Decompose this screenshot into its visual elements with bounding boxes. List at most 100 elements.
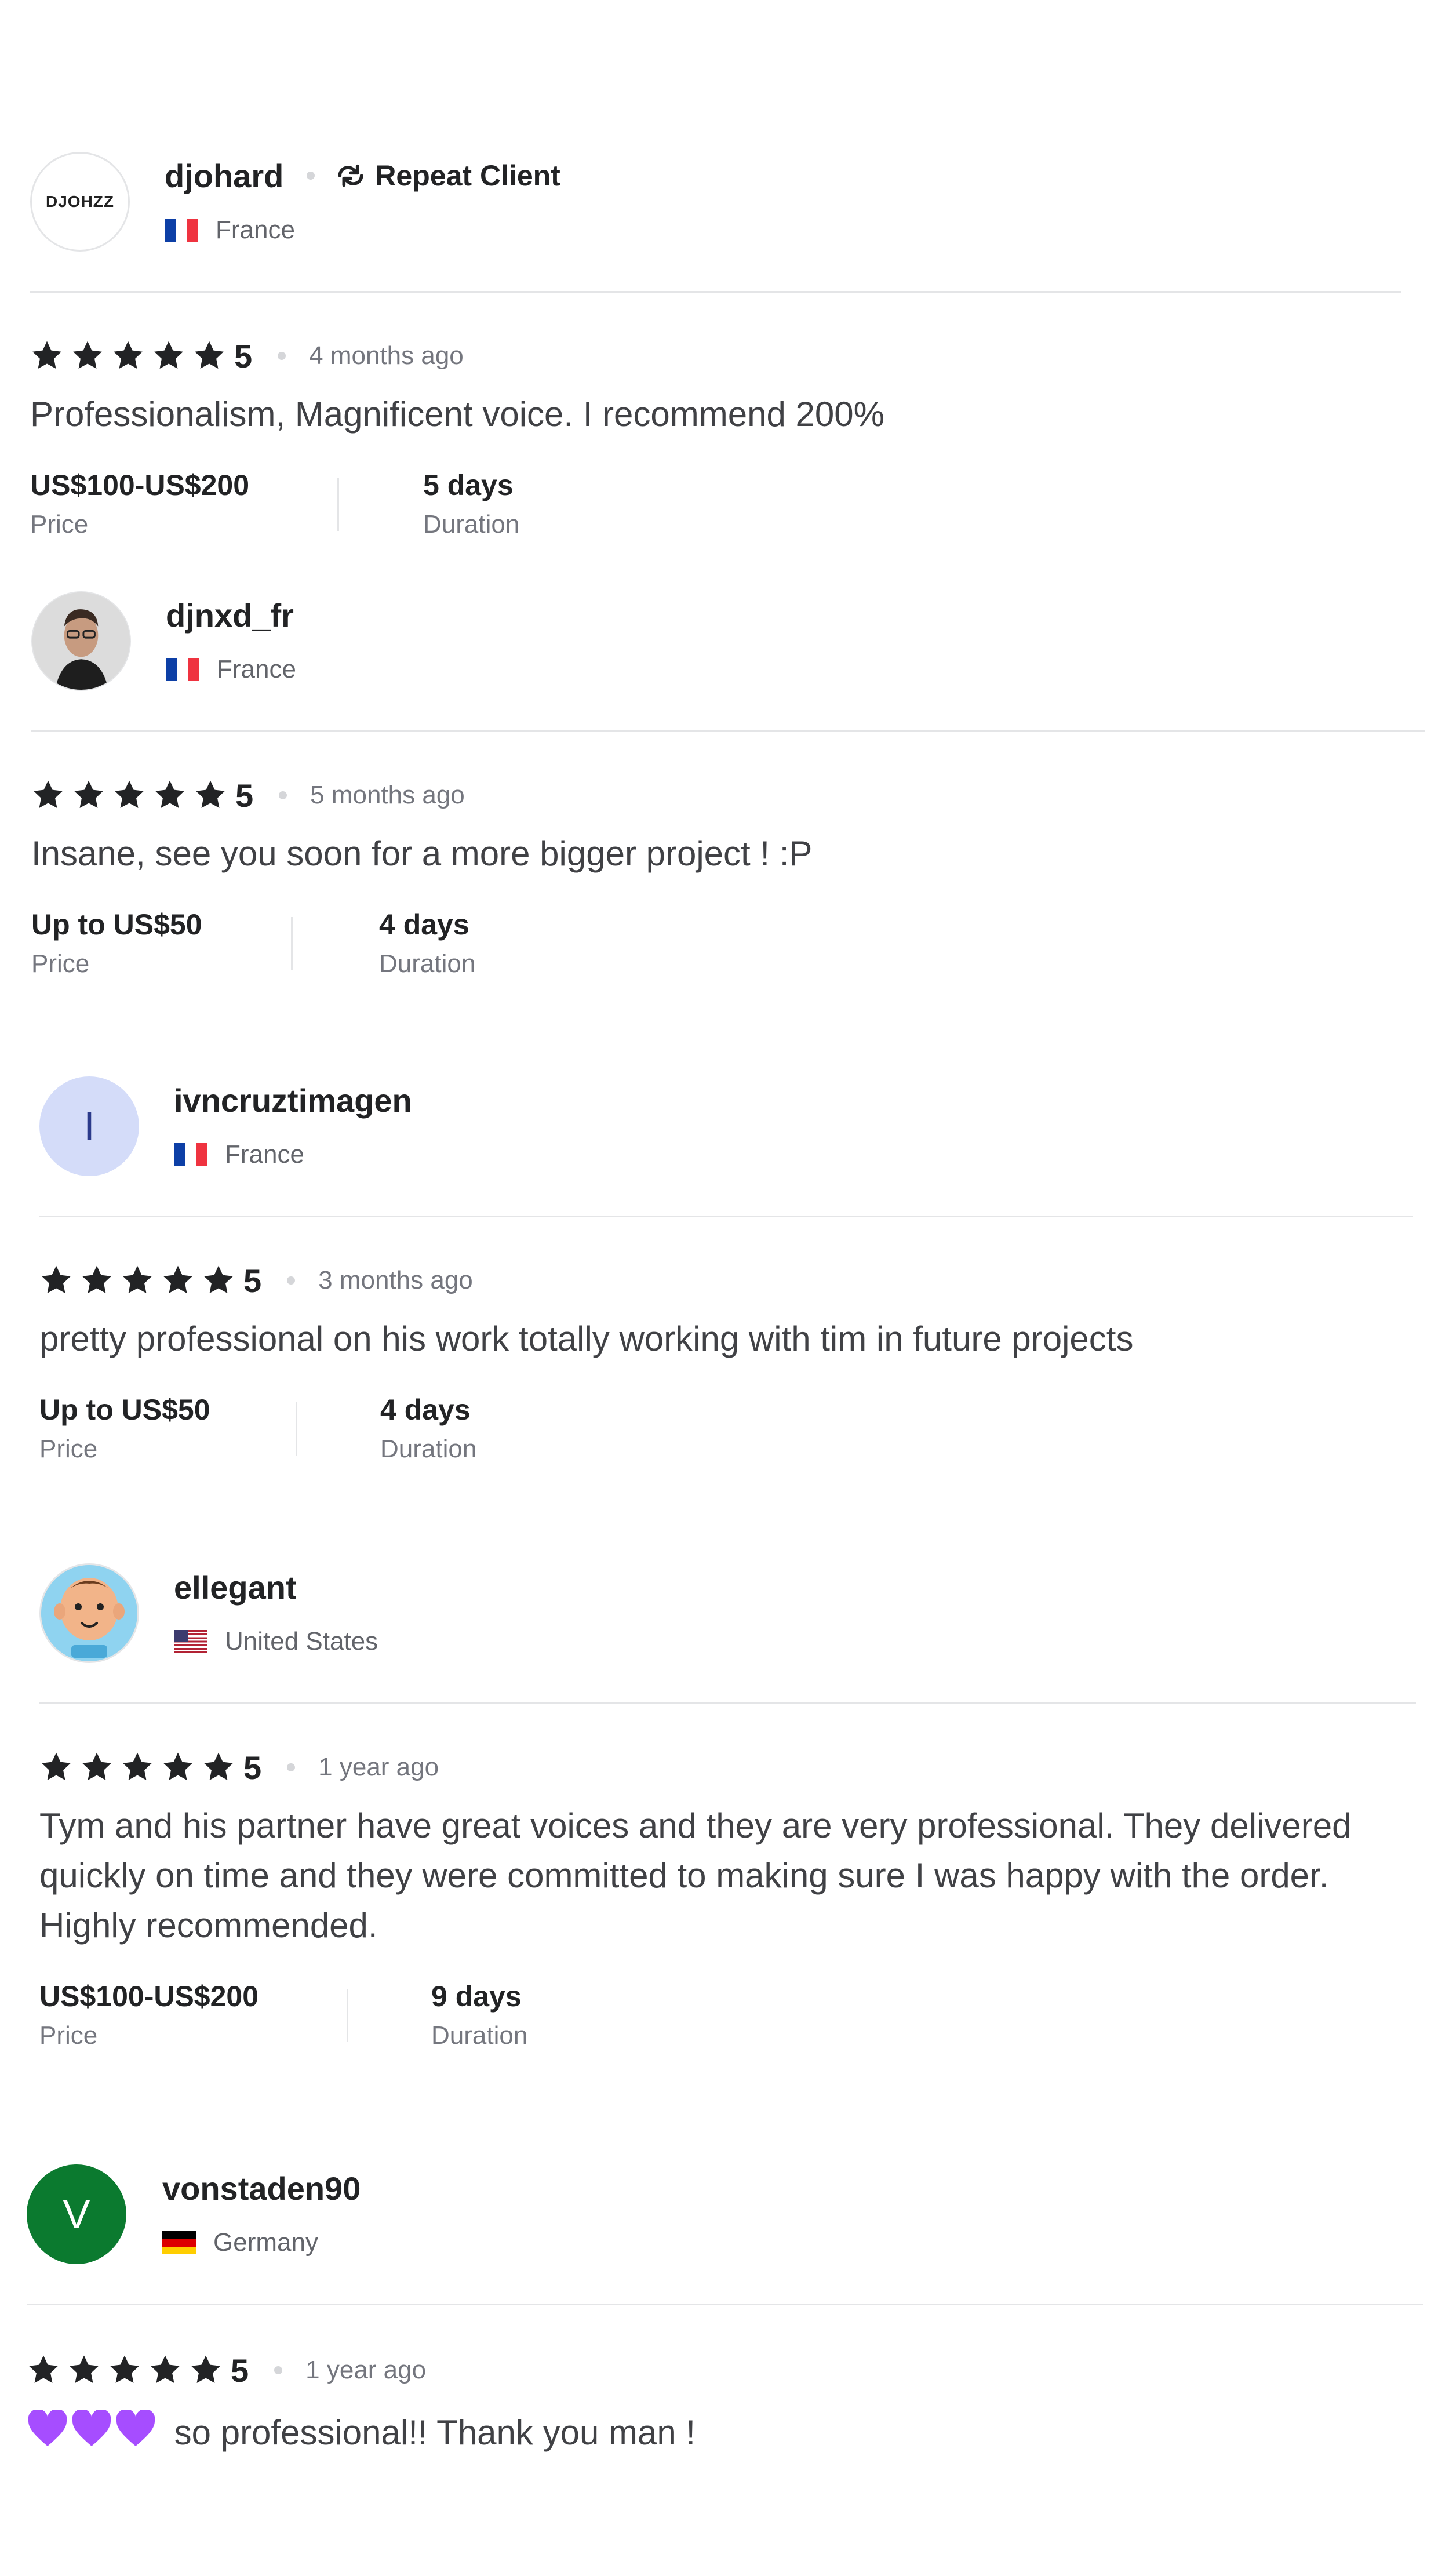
star-icon <box>191 2355 220 2383</box>
separator-dot <box>307 172 315 180</box>
star-icon <box>74 780 103 808</box>
price-value: US$100-US$200 <box>30 469 250 501</box>
avatar[interactable]: DJOHZZ <box>30 152 130 252</box>
star-icon <box>110 2355 139 2383</box>
avatar[interactable] <box>39 1563 139 1663</box>
star-rating <box>39 1751 242 1784</box>
reviewer-country: France <box>216 216 295 244</box>
star-icon <box>29 2355 58 2383</box>
person-photo-icon <box>32 592 130 690</box>
star-icon <box>70 2355 99 2383</box>
star-rating <box>30 339 233 373</box>
star-icon <box>115 780 144 808</box>
review-comment: so professional!! Thank you man ! <box>27 2408 1418 2461</box>
meta-divider <box>296 1402 297 1456</box>
divider <box>31 730 1425 732</box>
reviewer-username[interactable]: vonstaden90 <box>162 2170 361 2207</box>
separator-dot <box>279 791 287 799</box>
france-flag-icon <box>165 219 198 242</box>
star-icon <box>42 1265 71 1293</box>
separator-dot <box>278 352 286 360</box>
star-icon <box>32 341 61 369</box>
rating-row: 5 5 months ago <box>31 777 465 814</box>
reviewer-username[interactable]: ivncruztimagen <box>174 1082 412 1119</box>
review-card: ellegant United States 5 1 year ago Tym … <box>39 1563 1419 2050</box>
separator-dot <box>274 2366 283 2374</box>
meta-divider <box>347 1989 348 2042</box>
review-card: V vonstaden90 Germany 5 1 year ago so pr… <box>27 2164 1429 2452</box>
star-icon <box>123 1265 152 1293</box>
star-icon <box>82 1752 111 1780</box>
rating-score: 5 <box>231 2352 249 2389</box>
purple-heart-icon <box>115 2408 156 2461</box>
star-rating <box>27 2353 230 2387</box>
star-icon <box>34 780 63 808</box>
duration-value: 9 days <box>431 1980 522 2013</box>
germany-flag-icon <box>162 2231 196 2254</box>
divider <box>39 1702 1416 1704</box>
duration-label: Duration <box>423 510 520 539</box>
duration-value: 5 days <box>423 469 514 501</box>
duration-label: Duration <box>380 1435 477 1463</box>
duration-value: 4 days <box>379 908 469 941</box>
star-icon <box>114 341 143 369</box>
star-rating <box>39 1264 242 1297</box>
repeat-client-label: Repeat Client <box>375 159 560 192</box>
star-icon <box>195 341 224 369</box>
reviewer-username[interactable]: djnxd_fr <box>166 596 294 634</box>
review-date: 3 months ago <box>318 1266 473 1294</box>
star-icon <box>163 1265 192 1293</box>
star-icon <box>42 1752 71 1780</box>
review-comment: pretty professional on his work totally … <box>39 1319 1134 1358</box>
duration-label: Duration <box>379 949 476 978</box>
repeat-client-badge: Repeat Client <box>334 159 560 192</box>
star-icon <box>155 780 184 808</box>
rating-row: 5 3 months ago <box>39 1262 473 1299</box>
avatar[interactable]: V <box>27 2164 126 2264</box>
review-card: djnxd_fr France 5 5 months ago Insane, s… <box>31 591 1434 978</box>
review-card: DJOHZZ djohard Repeat Client France 5 4 … <box>30 152 1415 539</box>
separator-dot <box>287 1276 296 1285</box>
purple-heart-icon <box>27 2408 68 2461</box>
price-label: Price <box>30 510 89 539</box>
review-comment: Insane, see you soon for a more bigger p… <box>31 834 813 873</box>
duration-value: 4 days <box>380 1393 471 1426</box>
star-icon <box>123 1752 152 1780</box>
review-date: 4 months ago <box>309 341 464 370</box>
rating-row: 5 4 months ago <box>30 337 464 374</box>
reviewer-country: France <box>225 1140 304 1169</box>
rating-score: 5 <box>234 337 253 374</box>
avatar[interactable]: I <box>39 1076 139 1176</box>
price-label: Price <box>39 1435 98 1463</box>
review-comment: Professionalism, Magnificent voice. I re… <box>30 395 884 434</box>
meta-divider <box>291 917 293 970</box>
purple-heart-icon <box>71 2408 112 2461</box>
price-value: US$100-US$200 <box>39 1980 259 2013</box>
france-flag-icon <box>174 1143 207 1166</box>
reviewer-country: United States <box>225 1627 378 1656</box>
star-icon <box>196 780 225 808</box>
star-rating <box>31 778 234 812</box>
star-icon <box>151 2355 180 2383</box>
review-date: 5 months ago <box>310 781 465 809</box>
star-icon <box>163 1752 192 1780</box>
rating-score: 5 <box>235 777 254 814</box>
france-flag-icon <box>166 658 199 681</box>
price-value: Up to US$50 <box>31 908 202 941</box>
reviewer-country: France <box>217 655 296 683</box>
divider <box>39 1216 1413 1217</box>
review-date: 1 year ago <box>305 2356 427 2384</box>
star-icon <box>73 341 102 369</box>
reviewer-username[interactable]: djohard <box>165 157 283 195</box>
rating-row: 5 1 year ago <box>39 1749 439 1786</box>
repeat-icon <box>338 164 363 187</box>
price-label: Price <box>39 2021 98 2050</box>
divider <box>30 291 1401 293</box>
rating-row: 5 1 year ago <box>27 2352 427 2389</box>
avatar[interactable] <box>31 591 131 691</box>
baby-face-icon <box>41 1565 137 1661</box>
star-icon <box>82 1265 111 1293</box>
meta-divider <box>337 478 339 531</box>
reviewer-username[interactable]: ellegant <box>174 1569 297 1606</box>
review-comment-text: so professional!! Thank you man ! <box>174 2413 696 2452</box>
